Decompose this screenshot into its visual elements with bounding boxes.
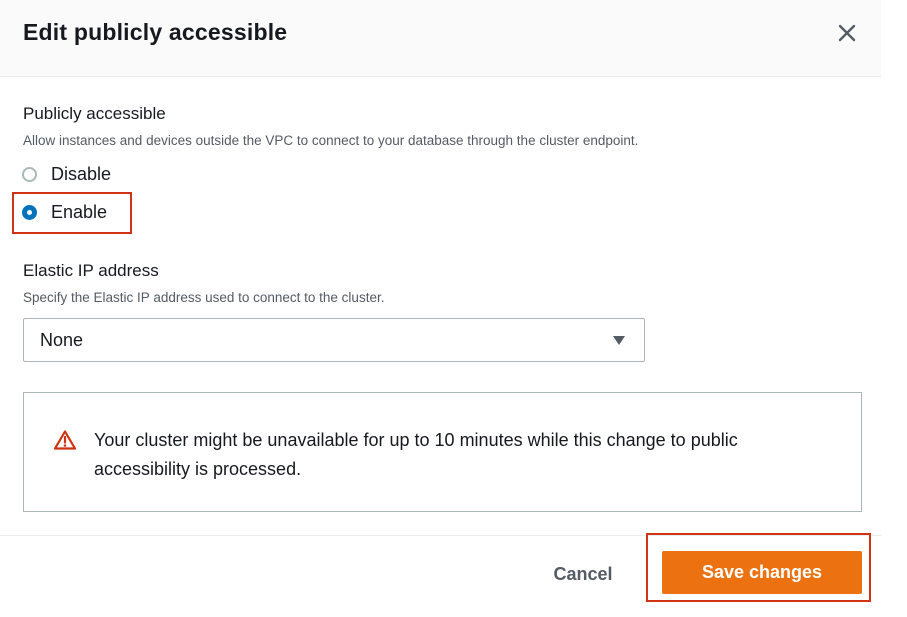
enable-highlight-box — [12, 192, 132, 234]
publicly-accessible-label: Publicly accessible — [23, 104, 166, 123]
elastic-ip-description: Specify the Elastic IP address used to c… — [23, 290, 385, 305]
elastic-ip-label: Elastic IP address — [23, 261, 159, 280]
cancel-button[interactable]: Cancel — [530, 554, 636, 594]
radio-disable-button[interactable] — [22, 166, 37, 182]
elastic-ip-select-value: None — [40, 330, 84, 350]
warning-alert: Your cluster might be unavailable for up… — [23, 392, 862, 512]
radio-disable[interactable]: Disable — [22, 159, 111, 189]
radio-disable-label: Disable — [51, 163, 112, 184]
warning-icon — [54, 430, 76, 450]
caret-down-icon — [613, 336, 625, 345]
elastic-ip-select[interactable]: None — [23, 318, 645, 362]
publicly-accessible-description: Allow instances and devices outside the … — [23, 133, 639, 148]
save-highlight-box — [646, 533, 871, 602]
close-icon — [838, 24, 856, 42]
modal-header: Edit publicly accessible — [0, 0, 881, 77]
modal-title: Edit publicly accessible — [23, 19, 288, 45]
warning-message: Your cluster might be unavailable for up… — [94, 430, 738, 479]
close-button[interactable] — [832, 19, 862, 49]
